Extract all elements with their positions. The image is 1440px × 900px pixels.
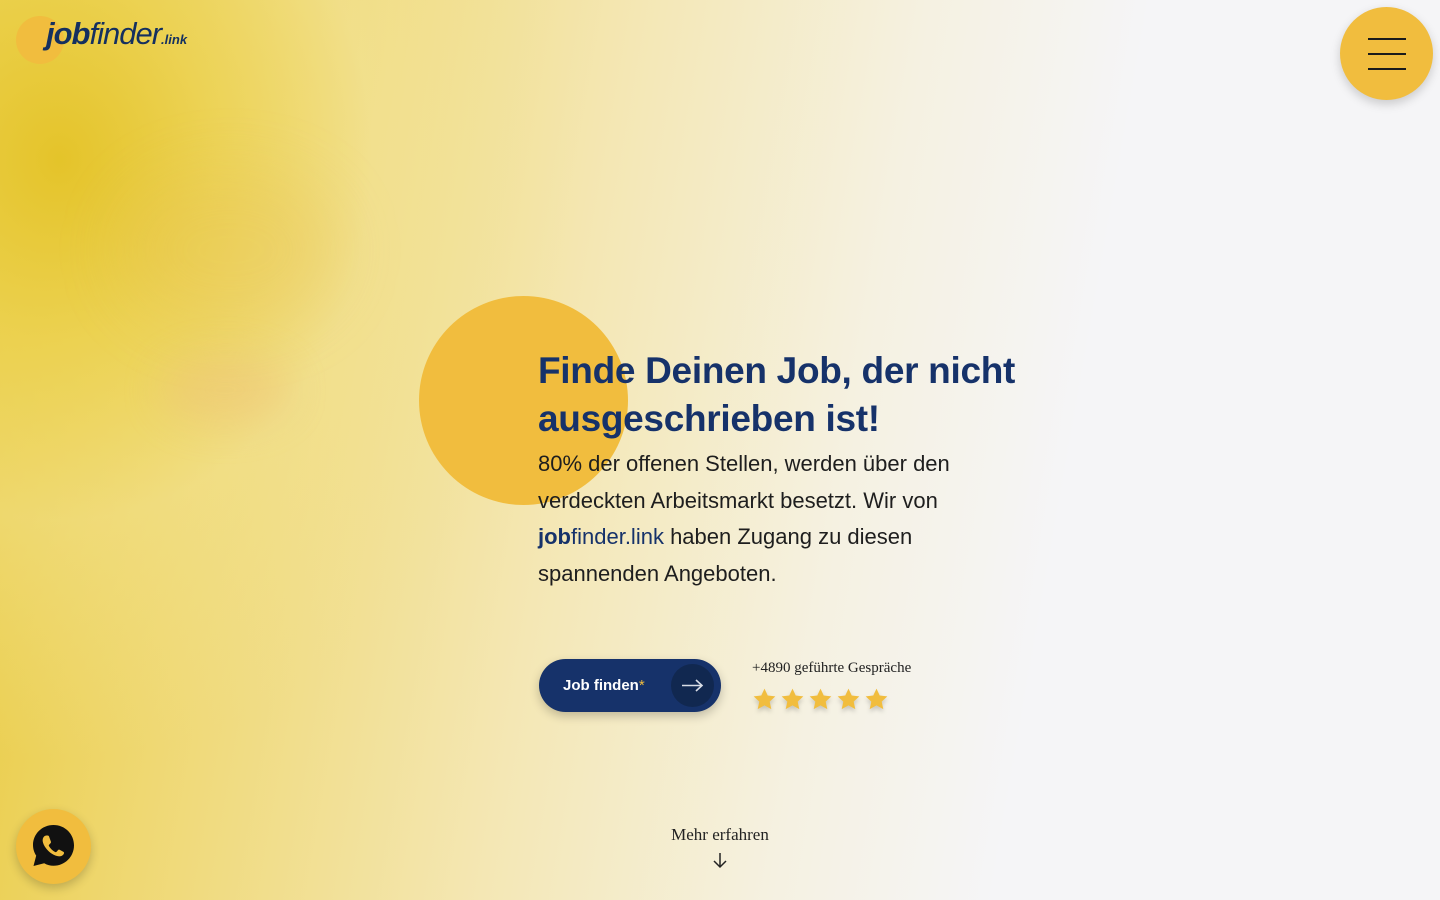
intro-text: 80% der offenen Stellen, werden über den… xyxy=(538,451,950,513)
logo-job: job xyxy=(46,16,90,51)
rating-text: +4890 geführte Gespräche xyxy=(752,660,912,676)
logo-tld: .link xyxy=(161,32,188,47)
more-label: Mehr erfahren xyxy=(671,825,769,844)
more-link[interactable]: Mehr erfahren xyxy=(640,825,800,873)
star-icon xyxy=(837,688,860,710)
cta-label: Job finden* xyxy=(563,677,645,694)
intro-brand-rest: finder.link xyxy=(571,524,664,549)
background-blur-shape xyxy=(120,170,340,330)
star-icon xyxy=(781,688,804,710)
whatsapp-icon xyxy=(33,825,74,866)
logo-finder: finder xyxy=(89,16,163,51)
hero-headline: Finde Deinen Job, der nicht ausgeschrieb… xyxy=(538,350,1016,439)
star-icon xyxy=(809,688,832,710)
rating-stars xyxy=(752,687,889,715)
intro-brand-bold: job xyxy=(538,524,571,549)
intro-brand: jobfinder.link xyxy=(538,524,664,549)
logo[interactable]: jobfinder.link xyxy=(16,14,206,66)
star-icon xyxy=(865,688,888,710)
menu-button[interactable] xyxy=(1340,7,1433,100)
star-icon xyxy=(753,688,776,710)
arrow-right-icon xyxy=(671,664,714,707)
job-finden-button[interactable]: Job finden* xyxy=(539,659,721,712)
background-blur-shape xyxy=(160,355,290,425)
hero-intro: 80% der offenen Stellen, werden über den… xyxy=(538,446,1008,592)
arrow-down-icon xyxy=(711,851,729,876)
whatsapp-button[interactable] xyxy=(16,809,91,884)
logo-text: jobfinder.link xyxy=(46,16,187,52)
